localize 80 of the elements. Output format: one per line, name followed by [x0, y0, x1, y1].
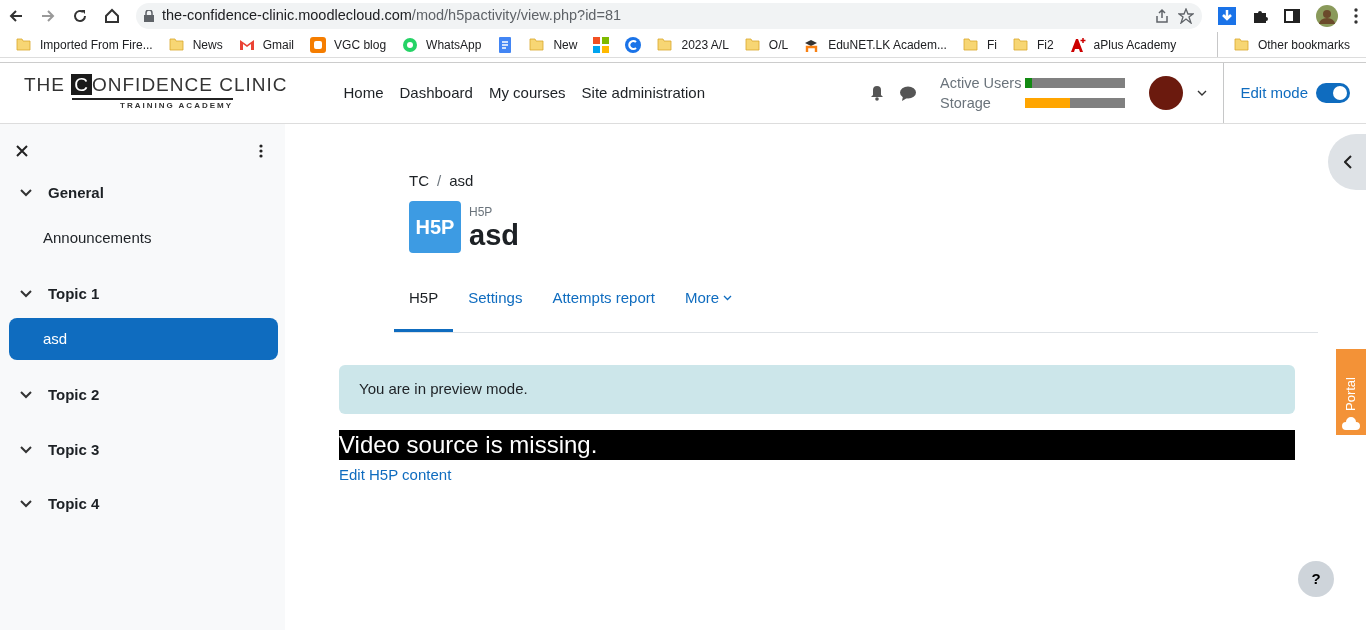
- activity-type: H5P: [469, 204, 494, 221]
- message-icon[interactable]: [900, 85, 917, 101]
- url-text: the-confidence-clinic.moodlecloud.com/mod/h5pactivity/view.php?id=81: [162, 6, 622, 26]
- folder-icon: [168, 36, 185, 53]
- home-icon[interactable]: [104, 8, 120, 24]
- bookmark[interactable]: Other bookmarks: [1233, 35, 1350, 54]
- nav-link[interactable]: Home: [343, 81, 384, 105]
- breadcrumb-link[interactable]: TC: [409, 170, 429, 193]
- bookmark[interactable]: New: [529, 35, 578, 54]
- section-heading[interactable]: Topic 4: [0, 485, 285, 524]
- edit-content-link[interactable]: Edit H5P content: [339, 463, 452, 486]
- side-panel-icon[interactable]: [1284, 8, 1300, 24]
- preview-alert: You are in preview mode.: [339, 365, 1295, 414]
- folder-icon: [744, 36, 761, 53]
- forward-icon[interactable]: [40, 8, 56, 24]
- star-icon[interactable]: [1178, 8, 1194, 24]
- user-avatar[interactable]: [1149, 76, 1184, 110]
- tab[interactable]: Settings: [453, 276, 538, 332]
- folder-icon: [1012, 36, 1029, 53]
- activity-icon: H5P: [409, 200, 461, 253]
- nav-link[interactable]: Dashboard: [399, 81, 473, 105]
- caret-icon: [723, 294, 733, 301]
- nav-link[interactable]: My courses: [488, 81, 566, 105]
- document-icon[interactable]: [497, 36, 514, 53]
- video-error-message: Video source is missing.: [339, 429, 1295, 460]
- reload-icon[interactable]: [72, 8, 88, 24]
- bookmark[interactable]: aPlus Academy: [1069, 35, 1177, 54]
- bookmark[interactable]: WhatsApp: [402, 35, 482, 54]
- bookmark[interactable]: Imported From Fire...: [16, 35, 153, 54]
- chat-icon: [402, 36, 419, 53]
- download-icon[interactable]: [1218, 7, 1236, 25]
- profile-icon[interactable]: [1316, 5, 1338, 27]
- share-icon[interactable]: [1154, 8, 1170, 24]
- breadcrumb-link[interactable]: asd: [449, 170, 474, 193]
- bookmark[interactable]: 2023 A/L: [657, 35, 729, 54]
- tab[interactable]: Attempts report: [537, 276, 670, 332]
- meter-label: Storage: [940, 94, 992, 113]
- notification-bell-icon[interactable]: [870, 85, 885, 101]
- bookmark[interactable]: Gmail: [238, 35, 295, 54]
- bookmark[interactable]: Fi2: [1012, 35, 1054, 54]
- site-logo[interactable]: THE C ONFIDENCE CLINIC TRAINING ACADEMY: [24, 74, 288, 112]
- folder-icon: [16, 36, 32, 53]
- bookmark[interactable]: VGC blog: [310, 35, 387, 54]
- c-logo-icon[interactable]: [625, 36, 642, 53]
- puzzle-icon[interactable]: [1252, 8, 1268, 24]
- cloud-icon: [1342, 415, 1360, 431]
- section-item[interactable]: asd: [9, 317, 278, 360]
- caret-icon[interactable]: [1197, 90, 1208, 96]
- bookmark[interactable]: News: [168, 35, 223, 54]
- folder-icon: [529, 36, 546, 53]
- folder-icon: [657, 36, 674, 53]
- edit-mode-label: Edit mode: [1240, 82, 1308, 103]
- meter-label: Active Users: [940, 74, 1022, 93]
- address-bar[interactable]: the-confidence-clinic.moodlecloud.com/mod/h5pactivity/view.php?id=81: [136, 3, 1202, 29]
- bookmark[interactable]: EduNET.LK Academ...: [804, 35, 947, 54]
- help-button[interactable]: ?: [1298, 561, 1334, 597]
- close-icon[interactable]: [16, 145, 28, 157]
- edit-mode-switch[interactable]: [1316, 83, 1350, 103]
- tab[interactable]: H5P: [394, 276, 454, 332]
- blog-icon: [310, 36, 327, 53]
- letter-a-icon: [1069, 36, 1086, 53]
- folder-icon: [1233, 36, 1250, 53]
- menu-icon[interactable]: [1354, 8, 1358, 24]
- section-heading[interactable]: Topic 2: [0, 376, 285, 415]
- bookmark[interactable]: Fi: [962, 35, 997, 54]
- section-heading[interactable]: Topic 3: [0, 430, 285, 469]
- more-options-icon[interactable]: [259, 144, 263, 158]
- bookmark[interactable]: O/L: [744, 35, 789, 54]
- section-heading[interactable]: General: [0, 174, 285, 213]
- section-item[interactable]: Announcements: [9, 216, 278, 259]
- nav-link[interactable]: Site administration: [581, 81, 705, 105]
- chevron-left-icon: [1344, 155, 1352, 169]
- breadcrumb-separator: /: [437, 171, 442, 191]
- activity-title: asd: [469, 221, 519, 250]
- tab[interactable]: More: [669, 276, 748, 332]
- back-icon[interactable]: [8, 8, 24, 24]
- windows-grid-icon[interactable]: [593, 36, 610, 53]
- folder-icon: [962, 36, 979, 53]
- section-heading[interactable]: Topic 1: [0, 275, 285, 314]
- lock-icon: [144, 10, 154, 22]
